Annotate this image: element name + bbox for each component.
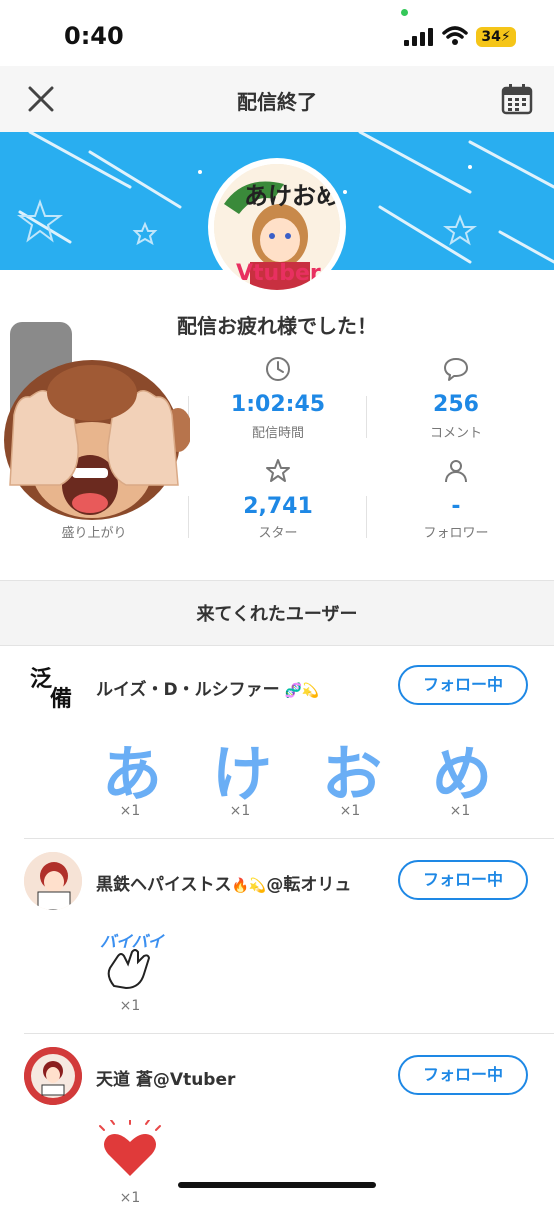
list-divider [24,838,554,839]
followers-label: フォロワー [423,526,489,541]
person-icon [445,460,467,483]
user-name[interactable]: ルイズ・D・ルシファー 🧬💫 [96,675,319,700]
stars-value: 2,741 [243,494,313,519]
battery-indicator: 34⚡ [476,27,516,47]
stamp-count: ×1 [229,803,251,819]
stamp-me: め [432,740,492,810]
svg-text:泛: 泛 [30,666,52,692]
user-name[interactable]: 黒鉄ヘパイストス🔥💫@転オリュ [96,870,351,895]
heart-icon [99,1120,161,1176]
follow-button[interactable]: フォロー中 [398,860,528,900]
clock-icon [266,357,290,381]
stars-label: スター [258,526,298,541]
user-name-text: 黒鉄ヘパイストス [96,875,232,895]
follow-button[interactable]: フォロー中 [398,1055,528,1095]
privacy-indicator [401,9,408,16]
wifi-icon [442,26,468,45]
user-avatar[interactable]: 泛 備 [24,656,82,714]
comments-value: 256 [433,392,479,417]
charging-icon: ⚡ [500,29,511,45]
star-icon [266,459,290,482]
user-name[interactable]: 天道 蒼@Vtuber [96,1065,235,1090]
stamp-count: ×1 [449,803,471,819]
status-time: 0:40 [64,22,124,50]
calendar-icon[interactable] [501,83,533,115]
streamer-avatar: あけおめ Vtuber [214,164,340,290]
duration-label: 配信時間 [251,426,304,441]
duration-value: 1:02:45 [230,392,326,417]
stamp-count: ×1 [339,803,361,819]
followers-value: - [451,494,461,519]
comment-icon [444,358,468,381]
user-name-suffix: @転オリュ [266,875,352,895]
user-avatar[interactable] [24,852,82,910]
signal-icon [404,28,433,46]
svg-text:備: 備 [50,686,72,712]
stamp-a: あ [102,740,162,810]
visitors-title: 来てくれたユーザー [196,604,358,625]
stamp-count: ×1 [119,1190,141,1206]
page-title: 配信終了 [237,90,317,114]
stamp-count: ×1 [119,998,141,1014]
follow-button[interactable]: フォロー中 [398,665,528,705]
list-divider [24,1033,554,1034]
svg-text:あけおめ: あけおめ [244,182,340,210]
comments-label: コメント [429,426,482,441]
stamp-ke: け [212,740,272,810]
fire-icon: 🔥💫 [231,878,267,894]
home-indicator[interactable] [178,1182,376,1188]
battery-level: 34 [481,29,501,45]
user-avatar[interactable] [24,1047,82,1105]
stat-divider [366,396,367,438]
see-no-evil-monkey-icon [4,360,190,520]
user-name-text: ルイズ・D・ルシファー [96,680,280,700]
stamp-count: ×1 [119,803,141,819]
waving-hand-icon [107,949,151,990]
stamp-o: お [322,740,382,810]
sparkle-icon: 🧬💫 [279,683,320,699]
